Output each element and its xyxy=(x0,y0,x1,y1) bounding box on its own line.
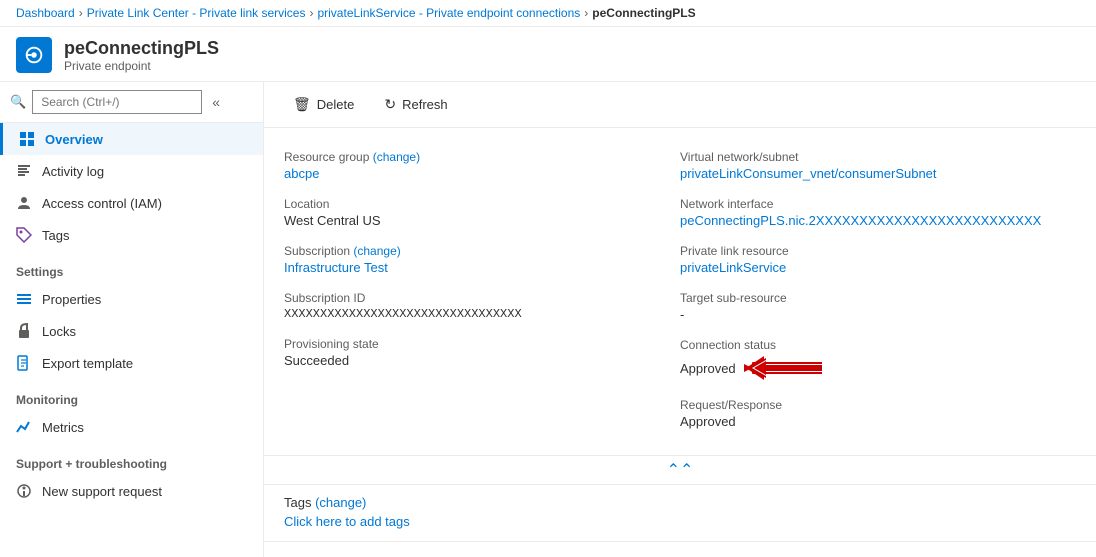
sidebar-item-tags[interactable]: Tags xyxy=(0,219,263,251)
sidebar-item-export-template[interactable]: Export template xyxy=(0,347,263,379)
subscription-value[interactable]: Infrastructure Test xyxy=(284,260,388,275)
layout: 🔍 « Overview xyxy=(0,82,1096,557)
delete-label: Delete xyxy=(317,97,355,112)
private-link-resource-value[interactable]: privateLinkService xyxy=(680,260,786,275)
sidebar-item-overview[interactable]: Overview xyxy=(0,123,263,155)
page-header: peConnectingPLS Private endpoint xyxy=(0,27,1096,82)
subscription-id-field: Subscription ID XXXXXXXXXXXXXXXXXXXXXXXX… xyxy=(284,285,680,331)
delete-button[interactable]: 🗑 Delete xyxy=(280,90,367,119)
main-content: 🗑 Delete ↻ Refresh Resource group (chang… xyxy=(264,82,1096,557)
location-field: Location West Central US xyxy=(284,191,680,238)
location-value: West Central US xyxy=(284,213,660,228)
sidebar-item-access-control-label: Access control (IAM) xyxy=(42,196,162,211)
search-bar: 🔍 « xyxy=(0,82,263,123)
page-header-icon xyxy=(16,37,52,73)
sidebar-item-overview-label: Overview xyxy=(45,132,103,147)
refresh-button[interactable]: ↻ Refresh xyxy=(371,90,460,119)
provisioning-state-value: Succeeded xyxy=(284,353,660,368)
request-response-field: Request/Response Approved xyxy=(680,392,1076,439)
iam-icon xyxy=(16,195,32,211)
activity-log-icon xyxy=(16,163,32,179)
resource-group-field: Resource group (change) abcpe xyxy=(284,144,680,191)
tags-icon xyxy=(16,227,32,243)
page-title: peConnectingPLS xyxy=(64,38,219,59)
export-template-icon xyxy=(16,355,32,371)
sidebar-collapse-button[interactable]: « xyxy=(212,94,220,110)
properties-icon xyxy=(16,291,32,307)
endpoint-icon xyxy=(23,44,45,66)
right-fields: Virtual network/subnet privateLinkConsum… xyxy=(680,144,1076,439)
breadcrumb-current: peConnectingPLS xyxy=(592,6,695,20)
subscription-id-value: XXXXXXXXXXXXXXXXXXXXXXXXXXXXXXXXX xyxy=(284,307,660,321)
sidebar: 🔍 « Overview xyxy=(0,82,264,557)
breadcrumb: Dashboard › Private Link Center - Privat… xyxy=(0,0,1096,27)
breadcrumb-sep-1: › xyxy=(79,6,83,20)
target-sub-resource-value: - xyxy=(680,307,1056,322)
sidebar-item-access-control[interactable]: Access control (IAM) xyxy=(0,187,263,219)
metrics-icon xyxy=(16,419,32,435)
page-header-text: peConnectingPLS Private endpoint xyxy=(64,38,219,73)
subscription-change-link[interactable]: (change) xyxy=(353,244,400,258)
page-subtitle: Private endpoint xyxy=(64,59,219,73)
sidebar-item-locks[interactable]: Locks xyxy=(0,315,263,347)
monitoring-section-title: Monitoring xyxy=(0,379,263,411)
search-icon: 🔍 xyxy=(10,94,26,110)
sidebar-item-new-support-request-label: New support request xyxy=(42,484,162,499)
sidebar-item-locks-label: Locks xyxy=(42,324,76,339)
resource-group-change-link[interactable]: (change) xyxy=(373,150,420,164)
tags-change-link[interactable]: (change) xyxy=(315,495,366,510)
breadcrumb-private-link-service[interactable]: privateLinkService - Private endpoint co… xyxy=(317,6,580,20)
sidebar-item-new-support-request[interactable]: New support request xyxy=(0,475,263,507)
delete-icon: 🗑 xyxy=(293,96,311,113)
sidebar-item-properties[interactable]: Properties xyxy=(0,283,263,315)
tags-section: Tags (change) Click here to add tags xyxy=(264,485,1096,542)
subscription-field: Subscription (change) Infrastructure Tes… xyxy=(284,238,680,285)
sidebar-item-metrics[interactable]: Metrics xyxy=(0,411,263,443)
support-section-title: Support + troubleshooting xyxy=(0,443,263,475)
sidebar-item-metrics-label: Metrics xyxy=(42,420,84,435)
resource-group-value[interactable]: abcpe xyxy=(284,166,319,181)
lock-icon xyxy=(16,323,32,339)
tags-label: Tags xyxy=(284,495,315,510)
sidebar-item-tags-label: Tags xyxy=(42,228,69,243)
support-icon xyxy=(16,483,32,499)
collapse-section: ⌃⌃ xyxy=(264,455,1096,485)
sidebar-item-activity-log-label: Activity log xyxy=(42,164,104,179)
refresh-label: Refresh xyxy=(402,97,448,112)
request-response-value: Approved xyxy=(680,414,1056,429)
left-fields: Resource group (change) abcpe Location W… xyxy=(284,144,680,439)
overview-icon xyxy=(19,131,35,147)
tags-add-link[interactable]: Click here to add tags xyxy=(284,514,410,529)
breadcrumb-sep-2: › xyxy=(309,6,313,20)
collapse-icon[interactable]: ⌃⌃ xyxy=(667,460,694,480)
breadcrumb-private-link-center[interactable]: Private Link Center - Private link servi… xyxy=(87,6,306,20)
search-input[interactable] xyxy=(32,90,202,114)
sidebar-item-properties-label: Properties xyxy=(42,292,101,307)
connection-status-value: Approved xyxy=(680,361,736,376)
breadcrumb-dashboard[interactable]: Dashboard xyxy=(16,6,75,20)
virtual-network-value[interactable]: privateLinkConsumer_vnet/consumerSubnet xyxy=(680,166,937,181)
sidebar-item-export-template-label: Export template xyxy=(42,356,133,371)
settings-section-title: Settings xyxy=(0,251,263,283)
connection-status-field: Connection status Approved xyxy=(680,332,1076,392)
network-interface-value[interactable]: peConnectingPLS.nic.2XXXXXXXXXXXXXXXXXXX… xyxy=(680,213,1041,228)
virtual-network-field: Virtual network/subnet privateLinkConsum… xyxy=(680,144,1076,191)
target-sub-resource-field: Target sub-resource - xyxy=(680,285,1076,332)
toolbar: 🗑 Delete ↻ Refresh xyxy=(264,82,1096,128)
provisioning-state-field: Provisioning state Succeeded xyxy=(284,331,680,378)
sidebar-item-activity-log[interactable]: Activity log xyxy=(0,155,263,187)
breadcrumb-sep-3: › xyxy=(584,6,588,20)
red-arrow-annotation xyxy=(744,354,824,382)
content-grid: Resource group (change) abcpe Location W… xyxy=(264,128,1096,455)
private-link-resource-field: Private link resource privateLinkService xyxy=(680,238,1076,285)
network-interface-field: Network interface peConnectingPLS.nic.2X… xyxy=(680,191,1076,238)
refresh-icon: ↻ xyxy=(384,96,396,113)
